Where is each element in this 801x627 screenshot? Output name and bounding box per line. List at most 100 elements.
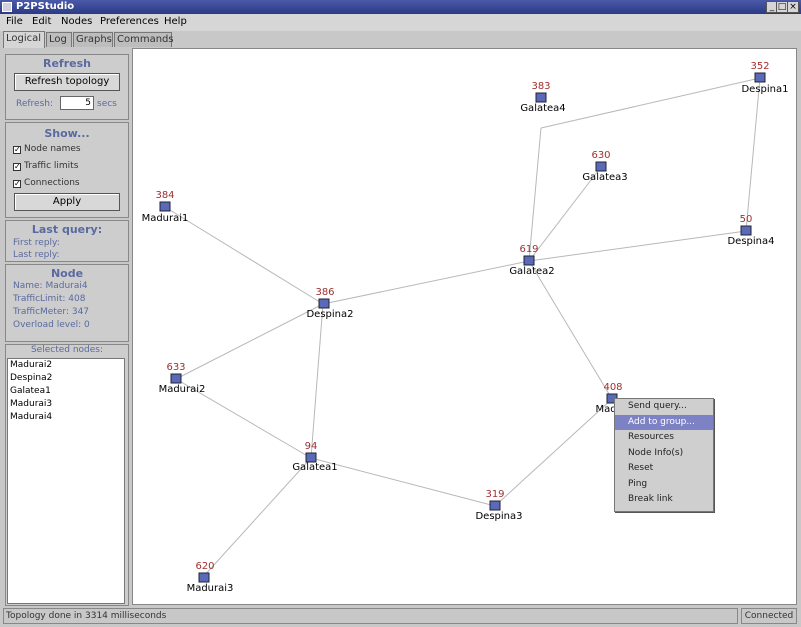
node-names-checkbox[interactable]: ✓ [13, 146, 21, 154]
topology-canvas[interactable]: 383 Galatea4 352 Despina1 630 Galatea3 3… [132, 48, 797, 605]
node-name-text: Madurai2 [159, 384, 206, 395]
edge-despina1-despina4 [745, 77, 761, 232]
selected-nodes-list[interactable]: Madurai2 Despina2 Galatea1 Madurai3 Madu… [7, 358, 125, 604]
node-value-text: 94 [305, 441, 318, 452]
menu-edit[interactable]: Edit [32, 16, 51, 27]
refresh-interval-label: Refresh: [16, 99, 54, 109]
tab-logical[interactable]: Logical [3, 31, 45, 48]
tab-graphs[interactable]: Graphs [73, 32, 113, 47]
computer-icon [318, 298, 330, 309]
node-name-text: Galatea3 [582, 172, 627, 183]
menu-item-break-link[interactable]: Break link [615, 492, 713, 508]
menu-item-reset[interactable]: Reset [615, 461, 713, 477]
tab-log[interactable]: Log [46, 32, 72, 47]
computer-icon [170, 373, 182, 384]
graph-node-despina3[interactable]: 319 Despina3 [475, 489, 522, 522]
node-value-text: 383 [531, 81, 550, 92]
last-reply-label: Last reply: [13, 250, 60, 260]
status-message: Topology done in 3314 milliseconds [3, 608, 738, 624]
node-info-title: Node [50, 267, 84, 280]
computer-icon [305, 452, 317, 463]
refresh-topology-button[interactable]: Refresh topology [14, 73, 120, 91]
last-query-title: Last query: [31, 223, 103, 236]
node-name-text: Madurai1 [142, 213, 189, 224]
computer-icon [159, 201, 171, 212]
node-name-text: Name: Madurai4 [13, 281, 88, 291]
graph-node-madurai1[interactable]: 384 Madurai1 [142, 190, 189, 224]
list-item[interactable]: Madurai4 [8, 411, 124, 424]
edge-despina2-galatea1 [310, 303, 324, 459]
node-value-text: 384 [155, 190, 174, 201]
window-title: P2PStudio [16, 1, 75, 12]
menu-item-send-query[interactable]: Send query... [615, 399, 713, 415]
first-reply-label: First reply: [13, 238, 60, 248]
edge-galatea2-despina4 [528, 230, 747, 262]
menu-help[interactable]: Help [164, 16, 187, 27]
node-name-text: Galatea1 [292, 462, 337, 473]
refresh-interval-input[interactable]: 5 [60, 96, 94, 110]
last-query-group: Last query: First reply: Last reply: [5, 220, 129, 262]
menu-item-add-to-group[interactable]: Add to group... [615, 414, 713, 430]
graph-node-galatea4[interactable]: 383 Galatea4 [520, 81, 565, 114]
refresh-title: Refresh [43, 57, 91, 70]
edge-galatea4-galatea2 [528, 127, 542, 262]
node-value-text: 633 [166, 362, 185, 373]
refresh-unit-label: secs [97, 99, 117, 109]
node-value-text: 319 [485, 489, 504, 500]
edge-galatea2-despina2 [322, 260, 530, 305]
graph-node-galatea3[interactable]: 630 Galatea3 [582, 150, 627, 183]
close-button[interactable]: × [787, 1, 799, 13]
computer-icon [198, 572, 210, 583]
node-name-text: Despina1 [741, 84, 788, 95]
list-item[interactable]: Madurai3 [8, 398, 124, 411]
node-overload-text: Overload level: 0 [13, 320, 90, 330]
menu-nodes[interactable]: Nodes [61, 16, 92, 27]
list-item[interactable]: Despina2 [8, 372, 124, 385]
list-item[interactable]: Madurai2 [8, 359, 124, 372]
node-value-text: 408 [603, 382, 622, 393]
computer-icon [740, 225, 752, 236]
node-info-group: Node Name: Madurai4 TrafficLimit: 408 Tr… [5, 264, 129, 342]
tab-commands[interactable]: Commands [114, 32, 174, 47]
node-context-menu: Send query... Add to group... Resources … [614, 398, 714, 512]
node-name-text: Galatea4 [520, 103, 565, 114]
edge-galatea1-despina3 [310, 457, 496, 507]
node-name-text: Galatea2 [509, 266, 554, 277]
menu-preferences[interactable]: Preferences [100, 16, 159, 27]
menu-item-resources[interactable]: Resources [615, 430, 713, 446]
list-item[interactable]: Galatea1 [8, 385, 124, 398]
computer-icon [523, 255, 535, 266]
app-icon [2, 2, 12, 12]
menu-item-node-info[interactable]: Node Info(s) [615, 446, 713, 462]
edge-madurai1-despina2 [164, 206, 324, 305]
status-bar: Topology done in 3314 milliseconds Conne… [0, 607, 801, 627]
edge-galatea1-madurai3 [202, 457, 312, 578]
traffic-limits-checkbox[interactable]: ✓ [13, 163, 21, 171]
computer-icon [595, 161, 607, 172]
show-group: Show... ✓ Node names ✓ Traffic limits ✓ … [5, 122, 129, 218]
graph-node-despina4[interactable]: 50 Despina4 [727, 214, 774, 247]
window-titlebar: P2PStudio _ □ × [0, 0, 801, 14]
apply-button[interactable]: Apply [14, 193, 120, 211]
node-value-text: 50 [740, 214, 753, 225]
graph-node-galatea2[interactable]: 619 Galatea2 [509, 244, 554, 277]
node-value-text: 620 [195, 561, 214, 572]
node-trafficlimit-text: TrafficLimit: 408 [13, 294, 86, 304]
node-names-label: Node names [24, 144, 81, 154]
computer-icon [489, 500, 501, 511]
node-value-text: 619 [519, 244, 538, 255]
graph-node-galatea1[interactable]: 94 Galatea1 [292, 441, 337, 473]
edge-galatea4-despina1 [540, 77, 761, 129]
connections-label: Connections [24, 178, 80, 188]
graph-node-madurai2[interactable]: 633 Madurai2 [159, 362, 206, 395]
graph-node-despina2[interactable]: 386 Despina2 [306, 287, 353, 320]
graph-node-madurai3[interactable]: 620 Madurai3 [187, 561, 234, 594]
node-value-text: 630 [591, 150, 610, 161]
node-name-text: Madurai3 [187, 583, 234, 594]
menu-item-ping[interactable]: Ping [615, 477, 713, 493]
menu-file[interactable]: File [6, 16, 23, 27]
menu-bar: File Edit Nodes Preferences Help [0, 14, 801, 31]
connections-checkbox[interactable]: ✓ [13, 180, 21, 188]
graph-node-despina1[interactable]: 352 Despina1 [741, 61, 788, 95]
graph-nodes: 383 Galatea4 352 Despina1 630 Galatea3 3… [142, 61, 789, 594]
